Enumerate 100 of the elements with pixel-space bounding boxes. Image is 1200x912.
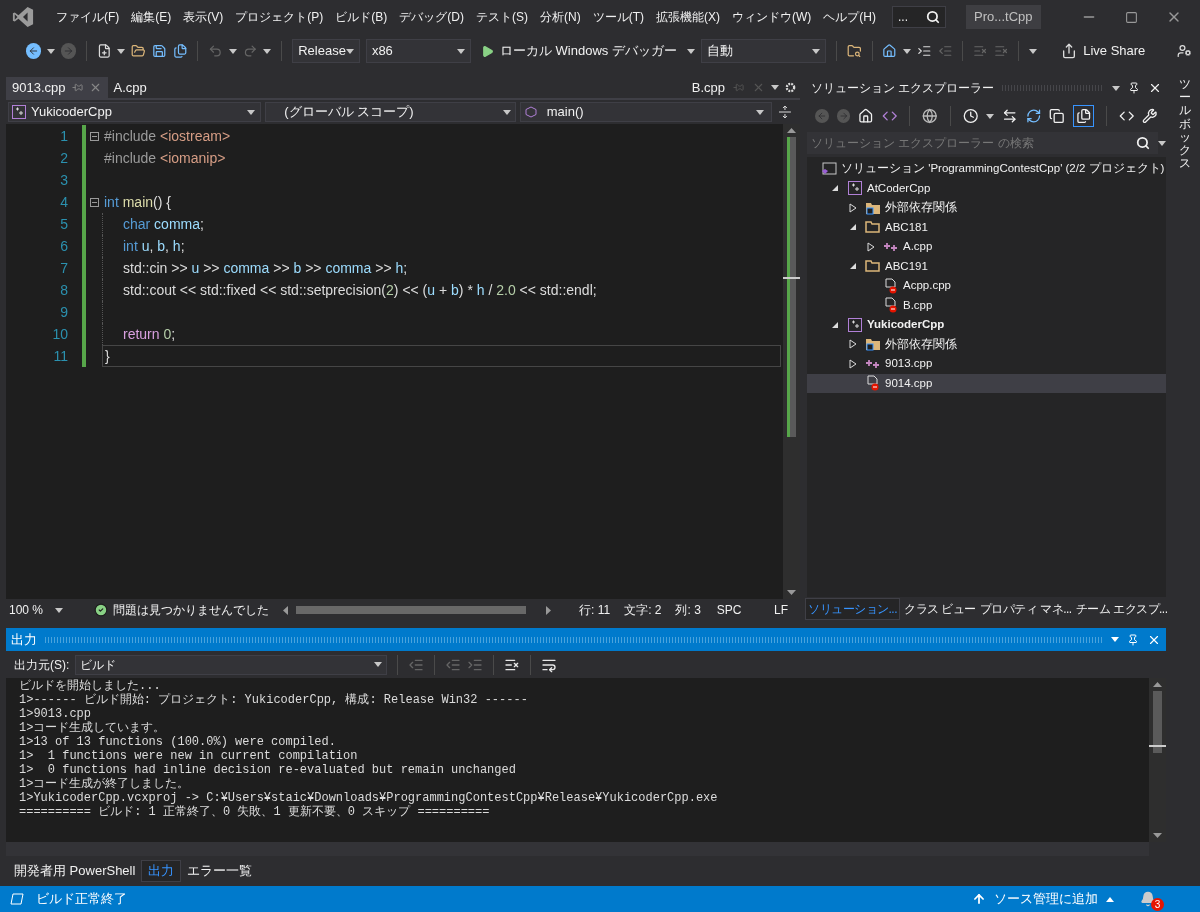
expanded-arrow-icon[interactable] [831, 320, 839, 329]
menu-item[interactable]: デバッグ(D) [393, 4, 470, 30]
wrench-icon[interactable] [1142, 108, 1158, 124]
menu-item[interactable]: テスト(S) [470, 4, 534, 30]
options-icon[interactable] [1111, 637, 1119, 642]
new-file-icon[interactable] [96, 43, 112, 59]
panel-tab[interactable]: ソリューション... [805, 598, 900, 620]
close-icon[interactable] [1148, 81, 1162, 95]
horizontal-scrollbar[interactable] [296, 606, 526, 614]
tree-item[interactable]: 外部依存関係 [807, 198, 1166, 218]
scrollbar-thumb[interactable] [787, 137, 796, 437]
source-control-button[interactable]: ソース管理に追加 [972, 889, 1114, 909]
line-number: 9 [59, 302, 68, 322]
menu-item[interactable]: ヘルプ(H) [817, 4, 882, 30]
output-tab[interactable]: 開発者用 PowerShell [8, 860, 142, 882]
pin-icon [733, 82, 744, 93]
collapsed-arrow-icon[interactable] [849, 358, 857, 369]
caret-icon [686, 48, 695, 54]
menu-item[interactable]: ウィンドウ(W) [726, 4, 818, 30]
menu-item[interactable]: 編集(E) [125, 4, 178, 30]
start-debugging-button[interactable]: ローカル Windows デバッガー [476, 39, 681, 63]
scroll-up-icon[interactable] [787, 128, 796, 133]
tree-item[interactable]: 外部依存関係 [807, 334, 1166, 354]
output-line: ビルドを開始しました... [19, 679, 162, 693]
scroll-right-icon[interactable] [546, 605, 551, 615]
stack-frame-dropdown[interactable]: 自動 [700, 39, 826, 63]
editor-tab[interactable]: A.cpp [107, 77, 153, 98]
expanded-arrow-icon[interactable] [849, 223, 857, 232]
scope-dropdown[interactable]: (グローバル スコープ) [265, 102, 516, 122]
search-field[interactable]: ... [892, 6, 946, 28]
expanded-arrow-icon[interactable] [849, 262, 857, 271]
back-icon[interactable] [26, 43, 41, 59]
maximize-icon[interactable] [1125, 10, 1138, 24]
menu-item[interactable]: 表示(V) [177, 4, 230, 30]
show-all-files-icon[interactable] [1072, 105, 1095, 127]
code-line: std::cin >> u >> comma >> b >> comma >> h; [102, 257, 408, 279]
refresh-icon[interactable] [1025, 108, 1042, 124]
output-tab[interactable]: 出力 [141, 860, 182, 882]
save-icon[interactable] [152, 43, 167, 59]
whitespace-indicator[interactable]: SPC [716, 601, 742, 619]
menu-item[interactable]: プロジェクト(P) [229, 4, 330, 30]
collapsed-arrow-icon[interactable] [849, 202, 857, 213]
tree-item[interactable]: 9014.cpp [807, 373, 1166, 393]
scroll-up-icon[interactable] [1153, 682, 1162, 687]
tree-item[interactable]: AtCoderCpp [807, 178, 1166, 198]
save-all-icon[interactable] [172, 43, 188, 59]
issues-status[interactable]: 問題は見つかりませんでした [113, 601, 269, 619]
tree-item[interactable]: ABC191 [807, 256, 1166, 276]
line-ending-indicator[interactable]: LF [774, 601, 788, 619]
menu-item[interactable]: ツール(T) [586, 4, 650, 30]
pin-icon[interactable] [1128, 82, 1140, 94]
panel-tab[interactable]: チーム エクスプ... [1073, 598, 1170, 620]
menu-item[interactable]: 拡張機能(X) [650, 4, 726, 30]
panel-tab[interactable]: プロパティ マネ... [977, 598, 1074, 620]
column-indicator: 列: 3 [675, 602, 701, 619]
source-dropdown[interactable]: ビルド [75, 654, 388, 675]
menu-item[interactable]: ビルド(B) [329, 4, 394, 30]
tree-item[interactable]: Acpp.cpp [807, 276, 1166, 296]
sync-icon[interactable] [1002, 108, 1018, 124]
code-line: #include <iomanip> [103, 148, 226, 168]
globe-icon[interactable] [922, 108, 938, 124]
platform-dropdown[interactable]: x86 [365, 39, 471, 63]
expanded-arrow-icon[interactable] [831, 184, 839, 193]
collapse-all-icon[interactable] [1049, 108, 1065, 124]
caret-icon [1158, 140, 1166, 146]
menu-item[interactable]: 分析(N) [534, 4, 587, 30]
scroll-down-icon[interactable] [1153, 833, 1162, 838]
bell-icon[interactable] [1140, 891, 1156, 907]
code-line: return 0; [102, 323, 176, 345]
horizontal-scrollbar[interactable] [6, 842, 1149, 856]
project-dropdown[interactable]: YukicoderCpp [8, 102, 262, 122]
home-icon[interactable] [882, 43, 897, 59]
collapsed-arrow-icon[interactable] [867, 241, 875, 252]
scroll-left-icon[interactable] [283, 605, 288, 615]
split-icon[interactable] [778, 105, 792, 119]
tree-item[interactable]: 9013.cpp [807, 354, 1166, 374]
toolbox-tab[interactable]: ツールボックス [1179, 78, 1191, 171]
collapse-icon[interactable] [90, 131, 99, 141]
caret-icon [502, 109, 511, 115]
configuration-dropdown[interactable]: Release [292, 39, 360, 63]
member-dropdown[interactable]: main() [519, 102, 773, 122]
preview-tab[interactable]: B.cpp [685, 77, 771, 98]
open-folder-icon[interactable] [131, 43, 146, 59]
live-share-button[interactable]: Live Share [1061, 41, 1146, 61]
panel-tab[interactable]: クラス ビュー [902, 598, 978, 620]
tree-item[interactable]: A.cpp [807, 237, 1166, 257]
tree-item[interactable]: B.cpp [807, 295, 1166, 315]
collapse-icon[interactable] [90, 197, 99, 207]
references-icon [865, 336, 881, 353]
output-line: 1>9013.cpp [19, 707, 92, 721]
scroll-down-icon[interactable] [787, 590, 796, 595]
find-folder-icon[interactable] [846, 43, 862, 59]
menu-item[interactable]: ファイル(F) [50, 4, 126, 30]
tree-item[interactable]: ABC181 [807, 217, 1166, 237]
tree-item[interactable]: YukicoderCpp [807, 315, 1166, 335]
caret-icon [456, 48, 465, 54]
scrollbar-thumb[interactable] [1153, 691, 1162, 753]
collapsed-arrow-icon[interactable] [849, 339, 857, 350]
tree-item[interactable]: ソリューション 'ProgrammingContestCpp' (2/2 プロジェクト) [807, 159, 1166, 179]
output-tab[interactable]: エラー一覧 [181, 860, 259, 882]
